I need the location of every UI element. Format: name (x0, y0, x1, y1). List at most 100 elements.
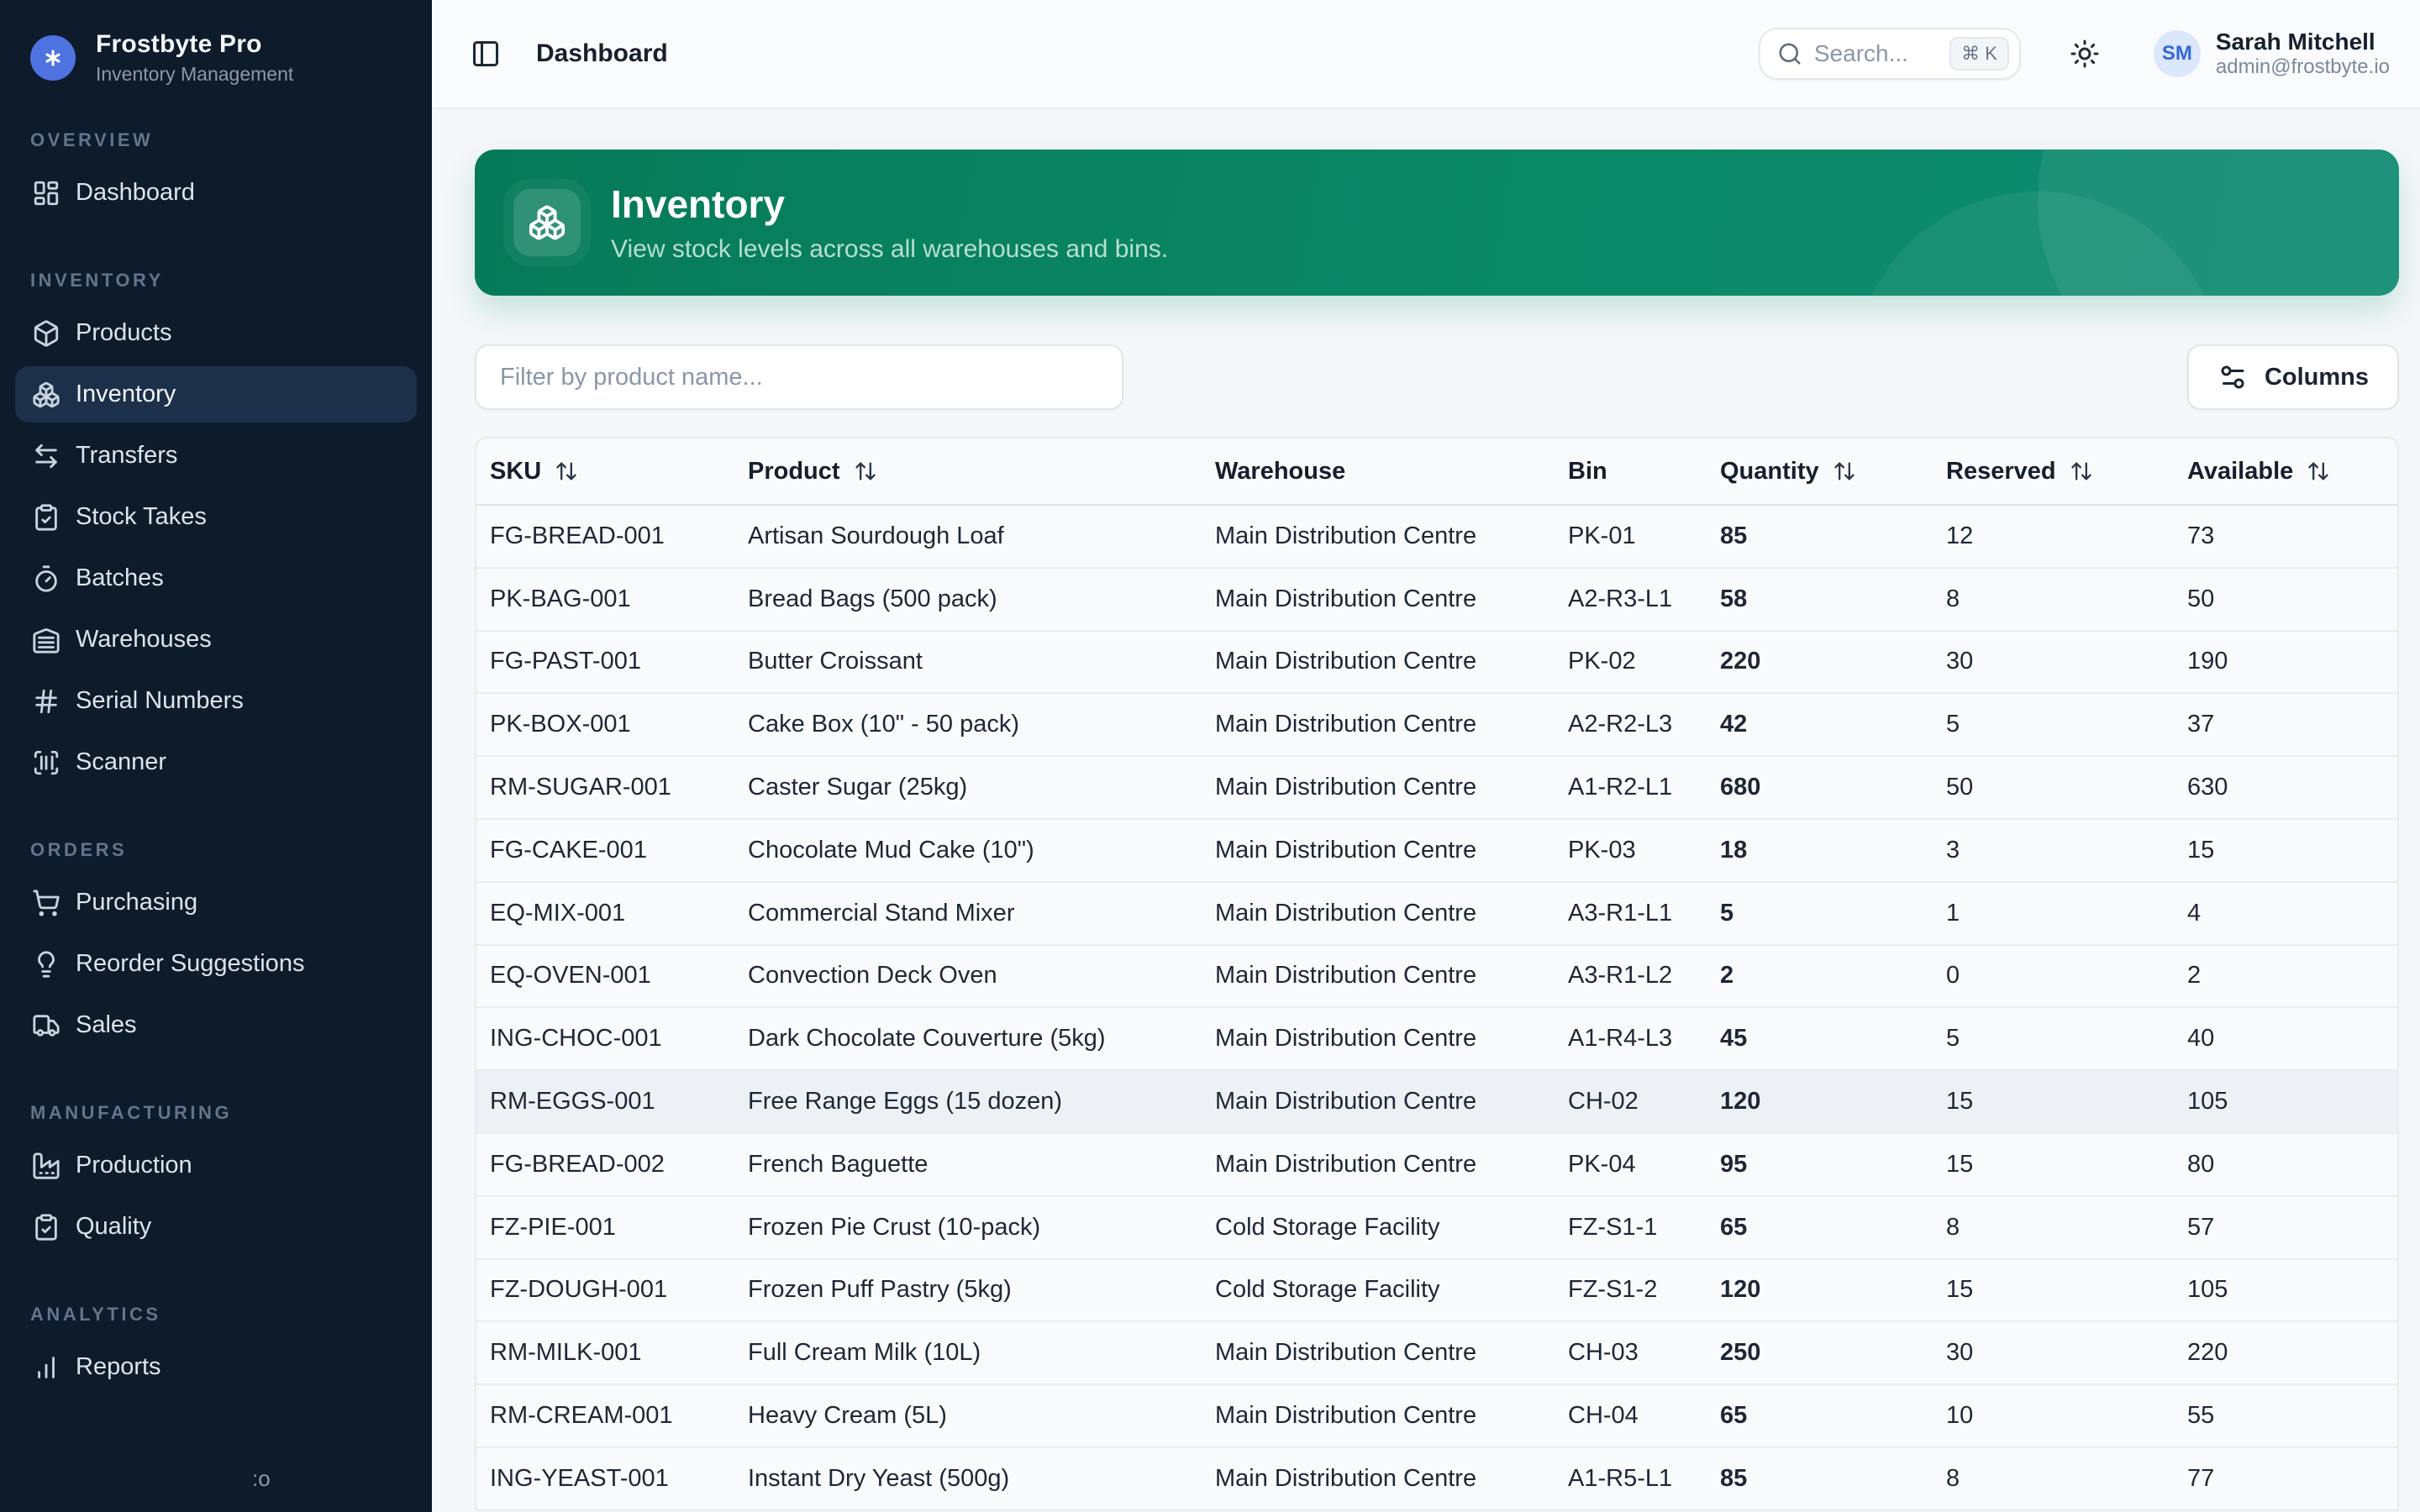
cell-bin: CH-02 (1555, 1088, 1707, 1116)
cell-quantity: 250 (1707, 1339, 1933, 1367)
table-row-ing-yeast-001[interactable]: ING-YEAST-001Instant Dry Yeast (500g)Mai… (476, 1448, 2397, 1511)
cell-sku: FZ-DOUGH-001 (476, 1276, 734, 1304)
column-header-quantity[interactable]: Quantity (1707, 458, 1933, 486)
table-row-rm-eggs-001[interactable]: RM-EGGS-001Free Range Eggs (15 dozen)Mai… (476, 1071, 2397, 1134)
sidebar-item-label: Warehouses (76, 626, 212, 654)
table-row-fg-bread-001[interactable]: FG-BREAD-001Artisan Sourdough LoafMain D… (476, 506, 2397, 569)
table-row-eq-oven-001[interactable]: EQ-OVEN-001Convection Deck OvenMain Dist… (476, 946, 2397, 1009)
sidebar-item-label: Scanner (76, 748, 166, 776)
table-row-pk-bag-001[interactable]: PK-BAG-001Bread Bags (500 pack)Main Dist… (476, 569, 2397, 632)
table-toolbar: Filter by product name... Columns (475, 344, 2399, 410)
cell-available: 77 (2174, 1465, 2397, 1493)
sidebar-item-batches[interactable]: Batches (15, 550, 417, 606)
cell-reserved: 8 (1933, 1465, 2174, 1493)
sidebar-item-purchasing[interactable]: Purchasing (15, 874, 417, 931)
column-header-reserved[interactable]: Reserved (1933, 458, 2174, 486)
search-input[interactable]: Search... ⌘ K (1759, 28, 2021, 80)
cell-available: 190 (2174, 648, 2397, 675)
user-email: admin@frostbyte.io (2216, 55, 2390, 80)
column-header-available[interactable]: Available (2174, 458, 2397, 486)
cell-warehouse: Main Distribution Centre (1202, 1402, 1555, 1430)
cell-reserved: 10 (1933, 1402, 2174, 1430)
sidebar-toggle-button[interactable] (471, 39, 501, 69)
column-header-label: Reserved (1946, 458, 2056, 486)
cell-warehouse: Main Distribution Centre (1202, 1088, 1555, 1116)
cell-reserved: 1 (1933, 900, 2174, 927)
sidebar-item-sales[interactable]: Sales (15, 997, 417, 1053)
app-tagline: Inventory Management (96, 63, 293, 86)
inventory-table: SKUProductWarehouseBinQuantity Reserved Av… (475, 437, 2399, 1511)
table-row-fg-past-001[interactable]: FG-PAST-001Butter CroissantMain Distribu… (476, 632, 2397, 695)
sidebar-item-production[interactable]: Production (15, 1137, 417, 1194)
truck-icon (32, 1011, 60, 1040)
table-row-eq-mix-001[interactable]: EQ-MIX-001Commercial Stand MixerMain Dis… (476, 883, 2397, 946)
sidebar-item-stock-takes[interactable]: Stock Takes (15, 489, 417, 545)
product-filter-input[interactable]: Filter by product name... (475, 344, 1123, 410)
cell-sku: FZ-PIE-001 (476, 1214, 734, 1242)
user-info: Sarah Mitchell admin@frostbyte.io (2216, 28, 2390, 80)
arrows-left-right-icon (32, 442, 60, 470)
cell-sku: EQ-MIX-001 (476, 900, 734, 927)
sidebar-item-scanner[interactable]: Scanner (15, 734, 417, 790)
table-row-fz-pie-001[interactable]: FZ-PIE-001Frozen Pie Crust (10-pack)Cold… (476, 1197, 2397, 1260)
table-row-fg-bread-002[interactable]: FG-BREAD-002French BaguetteMain Distribu… (476, 1134, 2397, 1197)
sidebar-section-label-manufacturing: MANUFACTURING (15, 1102, 417, 1124)
cell-sku: RM-MILK-001 (476, 1339, 734, 1367)
cell-reserved: 30 (1933, 1339, 2174, 1367)
cell-product: Artisan Sourdough Loaf (734, 522, 1202, 550)
table-row-rm-cream-001[interactable]: RM-CREAM-001Heavy Cream (5L)Main Distrib… (476, 1385, 2397, 1448)
cell-available: 105 (2174, 1088, 2397, 1116)
sidebar-item-label: Sales (76, 1011, 137, 1039)
sidebar: Frostbyte Pro Inventory Management OVERV… (0, 0, 432, 1512)
cell-reserved: 5 (1933, 1025, 2174, 1053)
table-row-rm-milk-001[interactable]: RM-MILK-001Full Cream Milk (10L)Main Dis… (476, 1322, 2397, 1385)
sidebar-item-dashboard[interactable]: Dashboard (15, 165, 417, 221)
scan-barcode-icon (32, 748, 60, 777)
table-row-fg-cake-001[interactable]: FG-CAKE-001Chocolate Mud Cake (10")Main … (476, 820, 2397, 883)
cell-warehouse: Main Distribution Centre (1202, 900, 1555, 927)
cell-product: Chocolate Mud Cake (10") (734, 837, 1202, 864)
sidebar-item-warehouses[interactable]: Warehouses (15, 612, 417, 668)
cell-product: Frozen Puff Pastry (5kg) (734, 1276, 1202, 1304)
cell-sku: ING-CHOC-001 (476, 1025, 734, 1053)
column-header-warehouse: Warehouse (1202, 458, 1555, 486)
table-row-pk-box-001[interactable]: PK-BOX-001Cake Box (10" - 50 pack)Main D… (476, 694, 2397, 757)
app-logo (30, 35, 76, 81)
column-header-bin: Bin (1555, 458, 1707, 486)
cell-sku: FG-CAKE-001 (476, 837, 734, 864)
cell-reserved: 15 (1933, 1276, 2174, 1304)
banner-text: Inventory View stock levels across all w… (611, 181, 1168, 264)
cell-reserved: 50 (1933, 774, 2174, 801)
inventory-banner: Inventory View stock levels across all w… (475, 150, 2399, 296)
cell-warehouse: Main Distribution Centre (1202, 648, 1555, 675)
search-placeholder: Search... (1814, 40, 1938, 67)
table-row-ing-choc-001[interactable]: ING-CHOC-001Dark Chocolate Couverture (5… (476, 1008, 2397, 1071)
cell-available: 50 (2174, 585, 2397, 613)
hash-icon (32, 687, 60, 716)
table-row-fz-dough-001[interactable]: FZ-DOUGH-001Frozen Puff Pastry (5kg)Cold… (476, 1260, 2397, 1323)
sidebar-item-quality[interactable]: Quality (15, 1199, 417, 1255)
cell-available: 2 (2174, 962, 2397, 990)
cell-quantity: 120 (1707, 1088, 1933, 1116)
cell-reserved: 15 (1933, 1088, 2174, 1116)
sidebar-item-products[interactable]: Products (15, 305, 417, 361)
columns-button[interactable]: Columns (2187, 344, 2399, 410)
cell-product: Heavy Cream (5L) (734, 1402, 1202, 1430)
theme-toggle-button[interactable] (2070, 39, 2100, 69)
sidebar-item-inventory[interactable]: Inventory (15, 366, 417, 423)
column-header-sku[interactable]: SKU (476, 458, 734, 486)
cell-available: 37 (2174, 711, 2397, 738)
avatar: SM (2154, 30, 2201, 77)
cell-bin: A1-R2-L1 (1555, 774, 1707, 801)
table-row-rm-sugar-001[interactable]: RM-SUGAR-001Caster Sugar (25kg)Main Dist… (476, 757, 2397, 820)
user-menu[interactable]: SM Sarah Mitchell admin@frostbyte.io (2154, 28, 2390, 80)
sidebar-item-transfers[interactable]: Transfers (15, 428, 417, 484)
column-header-product[interactable]: Product (734, 458, 1202, 486)
sidebar-section-label-analytics: ANALYTICS (15, 1304, 417, 1326)
sidebar-item-reorder-suggestions[interactable]: Reorder Suggestions (15, 936, 417, 992)
app-window: Frostbyte Pro Inventory Management OVERV… (0, 0, 2420, 1512)
sidebar-item-serial-numbers[interactable]: Serial Numbers (15, 673, 417, 729)
sort-icon (2070, 459, 2093, 483)
cell-product: Cake Box (10" - 50 pack) (734, 711, 1202, 738)
sidebar-item-reports[interactable]: Reports (15, 1339, 417, 1395)
